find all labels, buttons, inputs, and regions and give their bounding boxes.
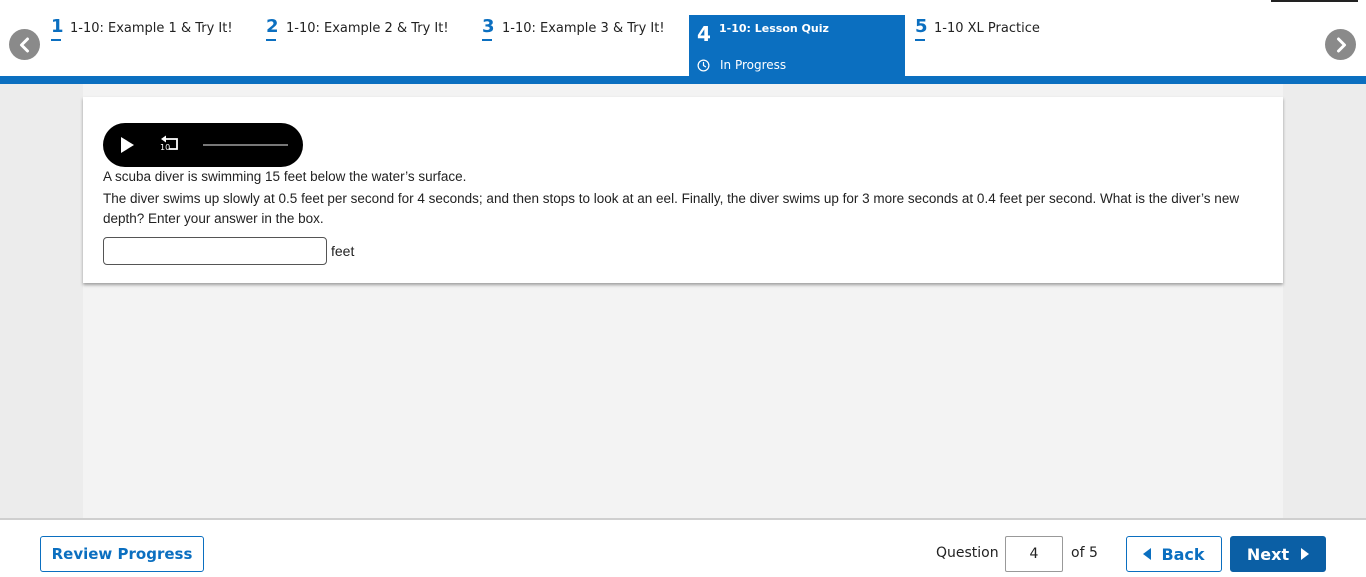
question-intro: A scuba diver is swimming 15 feet below … xyxy=(103,169,467,184)
tab-number: 1 xyxy=(51,16,64,41)
tab-label: 1-10: Lesson Quiz xyxy=(719,22,829,35)
nav-underline xyxy=(0,76,1366,84)
top-navigation: 1 1-10: Example 1 & Try It! 2 1-10: Exam… xyxy=(0,0,1366,84)
top-corner-bar xyxy=(1271,0,1358,2)
next-button[interactable]: Next xyxy=(1230,536,1326,572)
question-number-input[interactable] xyxy=(1005,536,1063,572)
back-button[interactable]: Back xyxy=(1126,536,1222,572)
tab-example-3[interactable]: 3 1-10: Example 3 & Try It! xyxy=(482,15,682,76)
tab-number: 4 xyxy=(697,22,711,46)
chevron-left-icon xyxy=(19,37,29,52)
footer-bar: Review Progress Question of 5 Back Next xyxy=(0,518,1366,577)
question-card: 10 A scuba diver is swimming 15 feet bel… xyxy=(83,97,1283,283)
tab-label: 1-10: Example 2 & Try It! xyxy=(286,21,449,36)
caret-right-icon xyxy=(1301,548,1310,560)
tab-example-2[interactable]: 2 1-10: Example 2 & Try It! xyxy=(266,15,466,76)
tab-example-1[interactable]: 1 1-10: Example 1 & Try It! xyxy=(50,15,250,76)
tab-status: In Progress xyxy=(697,58,786,72)
answer-input[interactable] xyxy=(103,237,327,265)
tab-label: 1-10 XL Practice xyxy=(934,21,1040,36)
audio-progress-track[interactable] xyxy=(203,144,288,146)
audio-player: 10 xyxy=(103,123,303,167)
tab-status-label: In Progress xyxy=(720,58,787,72)
question-total-label: of 5 xyxy=(1071,545,1098,561)
question-prompt: The diver swims up slowly at 0.5 feet pe… xyxy=(103,191,1240,226)
review-progress-button[interactable]: Review Progress xyxy=(40,536,204,572)
tab-label: 1-10: Example 3 & Try It! xyxy=(502,21,665,36)
tab-label: 1-10: Example 1 & Try It! xyxy=(70,21,233,36)
question-label: Question xyxy=(936,545,999,561)
tab-number: 3 xyxy=(482,16,495,41)
clock-icon xyxy=(697,59,710,71)
chevron-right-icon xyxy=(1336,37,1346,52)
answer-unit: feet xyxy=(331,243,355,259)
tab-lesson-quiz[interactable]: 4 1-10: Lesson Quiz In Progress xyxy=(689,15,905,76)
caret-left-icon xyxy=(1143,548,1152,560)
play-icon[interactable] xyxy=(118,136,136,154)
tab-number: 2 xyxy=(266,16,279,41)
tab-xl-practice[interactable]: 5 1-10 XL Practice xyxy=(914,15,1114,76)
back-button-label: Back xyxy=(1161,544,1205,564)
tab-number: 5 xyxy=(915,16,928,41)
next-arrow-button[interactable] xyxy=(1325,29,1356,60)
next-button-label: Next xyxy=(1246,544,1290,564)
previous-arrow-button[interactable] xyxy=(9,29,40,60)
replay-seconds-label: 10 xyxy=(160,143,171,152)
